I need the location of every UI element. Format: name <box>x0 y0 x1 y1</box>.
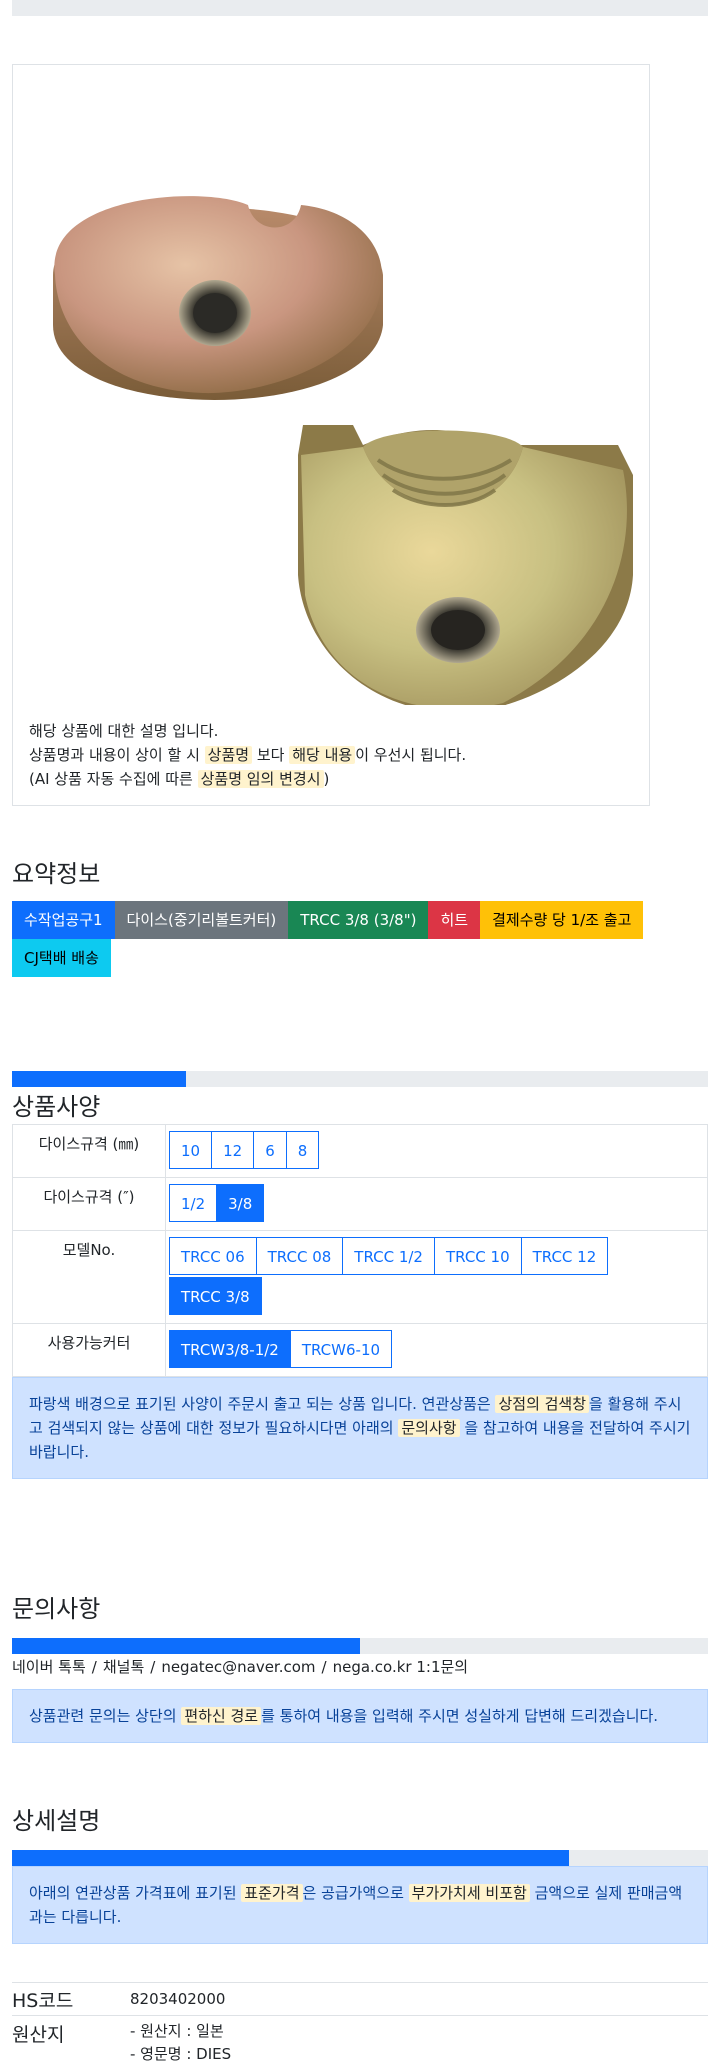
spec-option-button[interactable]: TRCC 1/2 <box>342 1237 435 1275</box>
spec-option-button[interactable]: TRCC 06 <box>169 1237 257 1275</box>
spec-option-button[interactable]: TRCW3/8-1/2 <box>169 1330 291 1368</box>
alert-text: 은 공급가액으로 <box>302 1884 404 1902</box>
inquiry-title: 문의사항 <box>12 1595 101 1623</box>
notice-highlight: 상품명 <box>204 746 253 764</box>
notice-text: 상품명과 내용이 상이 할 시 <box>29 746 200 764</box>
product-notice: 해당 상품에 대한 설명 입니다. 상품명과 내용이 상이 할 시 상품명 보다… <box>29 719 466 791</box>
spec-option-button[interactable]: TRCC 10 <box>433 1237 522 1275</box>
contact-channel-talk[interactable]: 채널톡 <box>103 1658 144 1676</box>
detail-progress-fill <box>12 1850 569 1866</box>
notice-line-1: 해당 상품에 대한 설명 입니다. <box>29 722 219 740</box>
detail-progress <box>12 1850 708 1866</box>
summary-badges: 수작업공구1 다이스(중기리볼트커터) TRCC 3/8 (3/8") 히트 결… <box>12 901 708 977</box>
spec-row-die-mm: 다이스규격 (㎜) 10 12 6 8 <box>12 1124 708 1178</box>
product-image-card: 해당 상품에 대한 설명 입니다. 상품명과 내용이 상이 할 시 상품명 보다… <box>12 64 650 806</box>
spec-option-button[interactable]: 6 <box>253 1131 287 1169</box>
alert-highlight: 부가가치세 비포함 <box>408 1884 530 1902</box>
spec-label: 모델No. <box>12 1230 166 1324</box>
notice-highlight: 해당 내용 <box>289 746 356 764</box>
alert-highlight: 편하신 경로 <box>181 1707 262 1725</box>
top-divider <box>12 0 708 16</box>
notice-line-2: 상품명과 내용이 상이 할 시 상품명 보다 해당 내용 이 우선시 됩니다. <box>29 743 466 767</box>
spec-options: 10 12 6 8 <box>169 1131 320 1171</box>
spec-table: 다이스규격 (㎜) 10 12 6 8 다이스규격 (″) 1/2 3/8 모델No. … <box>12 1124 708 1377</box>
alert-highlight: 문의사항 <box>398 1419 460 1437</box>
spec-option-button[interactable]: TRCC 3/8 <box>169 1277 262 1315</box>
separator: / <box>150 1658 156 1676</box>
origin-row: 원산지 - 원산지 : 일본 - 영문명 : DIES <box>12 2015 708 2066</box>
spec-options: TRCW3/8-1/2 TRCW6-10 <box>169 1330 393 1370</box>
notice-line-3: (AI 상품 자동 수집에 따른 상품명 임의 변경시) <box>29 767 466 791</box>
alert-text: 상품관련 문의는 상단의 <box>29 1707 177 1725</box>
detail-alert: 아래의 연관상품 가격표에 표기된 표준가격 은 공급가액으로 부가가치세 비포함… <box>12 1866 708 1944</box>
contact-naver-talk[interactable]: 네이버 톡톡 <box>12 1658 86 1676</box>
detail-title: 상세설명 <box>12 1807 101 1835</box>
spec-row-model: 모델No. TRCC 06 TRCC 08 TRCC 1/2 TRCC 10 TRCC … <box>12 1230 708 1324</box>
contact-links: 네이버 톡톡 / 채널톡 / negatec@naver.com / nega.co.kr … <box>12 1656 708 1677</box>
spec-option-button[interactable]: 3/8 <box>216 1184 265 1222</box>
spec-option-button[interactable]: TRCC 08 <box>255 1237 344 1275</box>
notice-text: 이 우선시 됩니다. <box>355 746 467 764</box>
hs-code-label: HS코드 <box>12 1989 74 2012</box>
hs-code-value: 8203402000 <box>130 1989 226 2008</box>
origin-country: - 원산지 : 일본 <box>130 2022 224 2040</box>
spec-alert: 파랑색 배경으로 표기된 사양이 주문시 출고 되는 상품 입니다. 연관상품은… <box>12 1377 708 1479</box>
alert-text: 파랑색 배경으로 표기된 사양이 주문시 출고 되는 상품 입니다. 연관상품은 <box>29 1395 491 1413</box>
alert-text: 를 통하여 내용을 입력해 주시면 성실하게 답변해 드리겠습니다. <box>261 1707 659 1725</box>
badge-product-type: 다이스(중기리볼트커터) <box>114 901 289 939</box>
spec-option-button[interactable]: 1/2 <box>169 1184 218 1222</box>
badge-shipping-unit: 결제수량 당 1/조 출고 <box>480 901 644 939</box>
badge-hit: 히트 <box>428 901 481 939</box>
badge-delivery: CJ택배 배송 <box>12 939 111 977</box>
alert-text: 아래의 연관상품 가격표에 표기된 <box>29 1884 237 1902</box>
inquiry-progress <box>12 1638 708 1654</box>
spec-option-button[interactable]: TRCC 12 <box>520 1237 609 1275</box>
alert-highlight: 표준가격 <box>241 1884 303 1902</box>
spec-label: 다이스규격 (″) <box>12 1177 166 1231</box>
spec-options: 1/2 3/8 <box>169 1184 265 1224</box>
spec-label: 사용가능커터 <box>12 1323 166 1377</box>
contact-site-inquiry[interactable]: nega.co.kr 1:1문의 <box>333 1658 469 1676</box>
spec-options: TRCC 06 TRCC 08 TRCC 1/2 TRCC 10 TRCC 12 TRCC… <box>169 1237 690 1317</box>
spec-progress-fill <box>12 1071 186 1087</box>
spec-option-button[interactable]: 10 <box>169 1131 213 1169</box>
spec-progress <box>12 1071 708 1087</box>
notice-text: (AI 상품 자동 수집에 따른 <box>29 770 193 788</box>
summary-title: 요약정보 <box>12 860 101 888</box>
spec-option-button[interactable]: TRCW6-10 <box>289 1330 393 1368</box>
spec-title: 상품사양 <box>12 1093 101 1121</box>
spec-row-die-inch: 다이스규격 (″) 1/2 3/8 <box>12 1177 708 1231</box>
spec-option-button[interactable]: 8 <box>285 1131 320 1169</box>
notice-text: ) <box>323 770 330 788</box>
badge-model: TRCC 3/8 (3/8") <box>288 901 429 939</box>
spec-row-cutter: 사용가능커터 TRCW3/8-1/2 TRCW6-10 <box>12 1323 708 1377</box>
origin-label: 원산지 <box>12 2024 65 2046</box>
badge-category: 수작업공구1 <box>12 901 115 939</box>
product-photo <box>53 196 633 705</box>
origin-english-name: - 영문명 : DIES <box>130 2045 232 2063</box>
contact-email[interactable]: negatec@naver.com <box>161 1658 315 1676</box>
spec-label: 다이스규격 (㎜) <box>12 1124 166 1178</box>
separator: / <box>321 1658 327 1676</box>
hs-code-row: HS코드 8203402000 <box>12 1982 708 2015</box>
notice-text: 보다 <box>256 746 285 764</box>
separator: / <box>91 1658 97 1676</box>
notice-highlight: 상품명 임의 변경시 <box>197 770 324 788</box>
alert-highlight: 상점의 검색창 <box>495 1395 590 1413</box>
inquiry-progress-fill <box>12 1638 360 1654</box>
inquiry-alert: 상품관련 문의는 상단의 편하신 경로 를 통하여 내용을 입력해 주시면 성실하… <box>12 1689 708 1743</box>
spec-option-button[interactable]: 12 <box>211 1131 255 1169</box>
